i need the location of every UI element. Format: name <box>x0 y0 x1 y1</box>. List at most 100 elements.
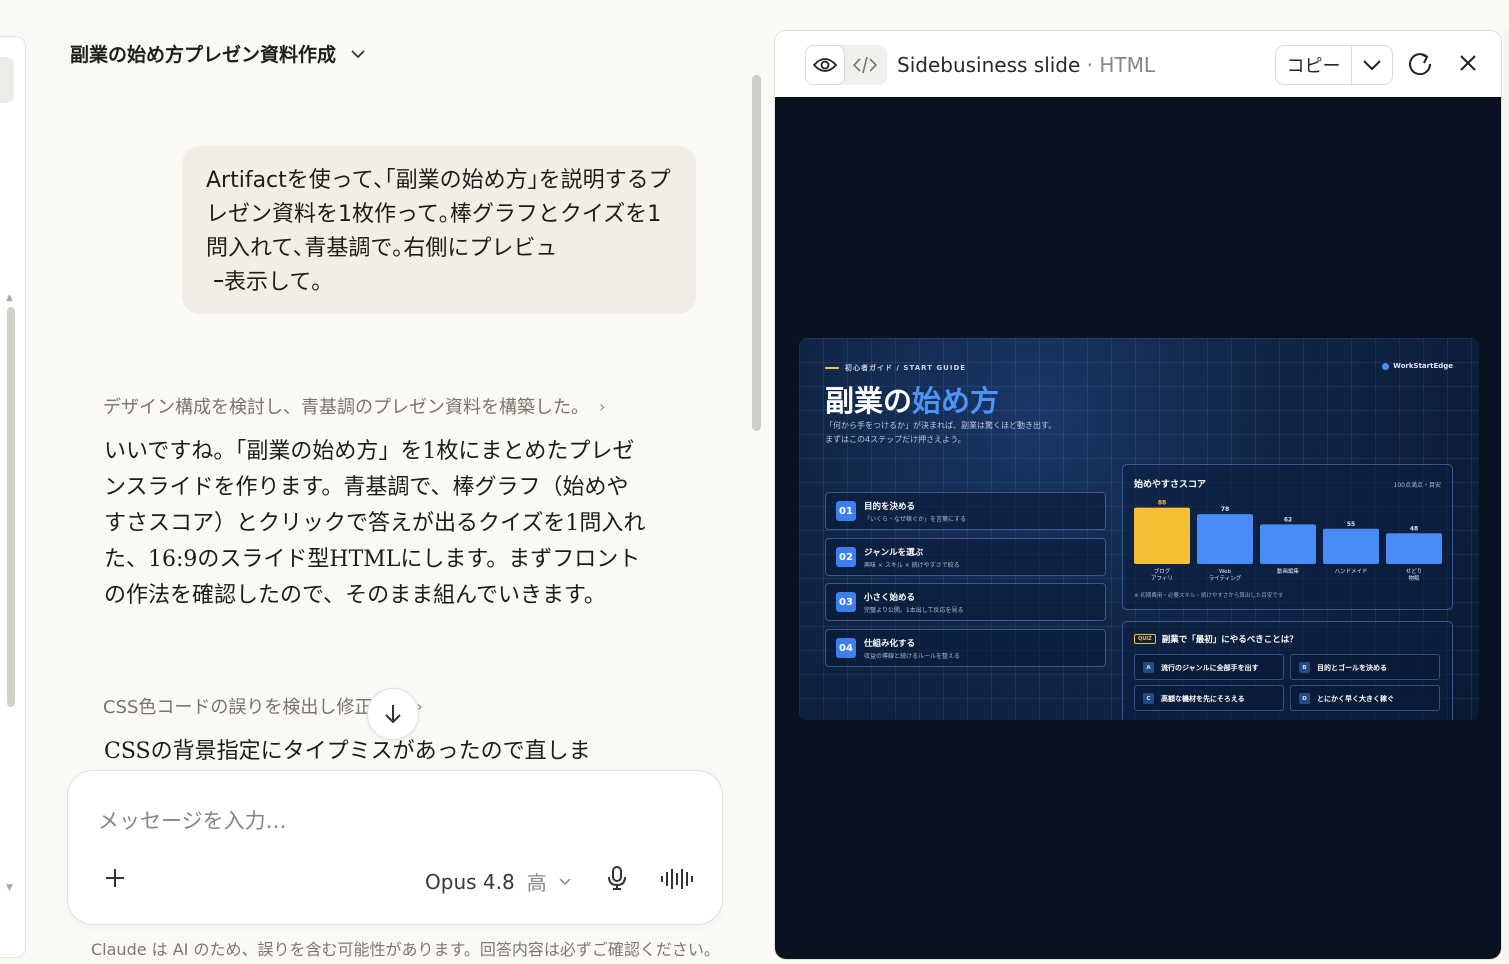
message-composer: メッセージを入力… Opus 4.8 高 <box>67 770 723 925</box>
thinking-text: CSS色コードの誤りを検出し修正 <box>103 697 373 718</box>
brand-dot-icon <box>1382 362 1390 370</box>
quiz-option[interactable]: A 流行のジャンルに全部手を出す <box>1134 654 1284 680</box>
chart-value-label: 62 <box>1284 516 1292 523</box>
model-selector[interactable]: Opus 4.8 高 <box>425 867 571 896</box>
chart-category-label: 物販 <box>1408 574 1420 582</box>
artifact-header: Sidebusiness slide · HTML コピー <box>775 31 1501 97</box>
chart-category-label: ブログ <box>1154 567 1171 575</box>
scroll-down-icon[interactable]: ▼ <box>6 883 13 893</box>
step-card: 04 仕組み化する 収益の導線と続けるルールを整える <box>825 629 1106 667</box>
thinking-text: デザイン構成を検討し、青基調のプレゼン資料を構築した。 <box>103 397 589 418</box>
option-text: 目的とゴールを決める <box>1317 664 1387 672</box>
sidebar-rail: ▲ ▼ <box>0 36 26 958</box>
step-title: 小さく始める <box>864 593 916 603</box>
plus-icon <box>106 869 124 887</box>
step-desc: 収益の導線と続けるルールを整える <box>864 653 960 660</box>
chevron-down-icon <box>1363 60 1381 71</box>
conversation-title[interactable]: 副業の始め方プレゼン資料作成 <box>70 40 366 67</box>
option-text: 流行のジャンルに全部手を出す <box>1161 664 1259 672</box>
chart-category-label: アフィリ <box>1151 575 1173 582</box>
slide-brand: WorkStartEdge <box>1382 362 1453 370</box>
slide-subtitle-line-2: まずはこの4ステップだけ押さえよう。 <box>825 435 966 444</box>
quiz-option[interactable]: D とにかく早く大きく稼ぐ <box>1290 685 1440 711</box>
chart-value-label: 55 <box>1347 521 1355 528</box>
copy-button-group: コピー <box>1275 45 1393 85</box>
slide-title: 副業の始め方 <box>825 378 999 420</box>
chart-bar <box>1197 514 1253 564</box>
slide-subtitle: 「何から手をつけるか」が決まれば、副業は驚くほど動き出す。 まずはこの4ステップ… <box>825 419 1145 447</box>
chevron-down-icon[interactable] <box>350 44 366 63</box>
view-toggle <box>805 45 887 85</box>
close-icon <box>1460 55 1476 71</box>
option-text: とにかく早く大きく稼ぐ <box>1317 695 1394 703</box>
arrow-down-icon <box>385 705 401 724</box>
slide-tag-text: 初心者ガイド / START GUIDE <box>845 364 967 372</box>
option-letter: B <box>1299 662 1310 673</box>
sidebar-scrollbar[interactable] <box>7 307 15 707</box>
step-number: 04 <box>836 638 856 658</box>
step-desc: 完璧より公開。1本出して反応を見る <box>864 607 964 614</box>
quiz-option[interactable]: B 目的とゴールを決める <box>1290 654 1440 680</box>
chart-category-label: せどり <box>1406 567 1423 575</box>
brand-name: WorkStartEdge <box>1393 362 1453 370</box>
option-text: 高額な機材を先にそろえる <box>1161 695 1245 703</box>
add-attachment-button[interactable] <box>104 863 126 896</box>
code-icon <box>853 56 877 74</box>
quiz-question: 副業で「最初」にやるべきことは？ <box>1161 635 1298 645</box>
microphone-icon <box>608 866 626 890</box>
scroll-up-icon[interactable]: ▲ <box>6 293 13 303</box>
chart-value-label: 48 <box>1410 525 1418 532</box>
chart-category-label: ハンドメイド <box>1334 569 1367 575</box>
step-desc: 「いくら・なぜ稼ぐか」を言葉にする <box>864 516 967 523</box>
scroll-to-bottom-button[interactable] <box>367 688 419 740</box>
slide-title-part-2: 始め方 <box>912 384 1000 418</box>
chart-category-label: 動画編集 <box>1277 567 1300 575</box>
quiz-badge: QUIZ <box>1134 634 1156 644</box>
step-card: 03 小さく始める 完璧より公開。1本出して反応を見る <box>825 583 1106 621</box>
quiz-card: QUIZ 副業で「最初」にやるべきことは？ A 流行のジャンルに全部手を出す B… <box>1122 621 1453 720</box>
copy-options-button[interactable] <box>1352 46 1392 84</box>
chevron-down-icon <box>559 874 571 890</box>
sidebar-toggle[interactable] <box>0 57 14 103</box>
chart-bar <box>1386 533 1442 564</box>
presentation-slide: 初心者ガイド / START GUIDE WorkStartEdge 副業の始め… <box>799 338 1479 720</box>
artifact-title: Sidebusiness slide · HTML <box>897 53 1155 77</box>
step-title: ジャンルを選ぶ <box>864 548 924 558</box>
step-desc: 興味 × スキル × 続けやすさで絞る <box>864 562 960 569</box>
chart-bar <box>1134 507 1190 564</box>
chart-bar <box>1260 524 1316 564</box>
slide-tag: 初心者ガイド / START GUIDE <box>825 363 966 373</box>
artifact-panel: Sidebusiness slide · HTML コピー 初心者ガイド / S… <box>774 30 1502 960</box>
assistant-reply-2: CSSの背景指定にタイプミスがあったので直しま <box>104 739 591 764</box>
message-input[interactable]: メッセージを入力… <box>98 805 287 835</box>
copy-button[interactable]: コピー <box>1276 46 1352 84</box>
quiz-header: QUIZ 副業で「最初」にやるべきことは？ <box>1134 633 1298 645</box>
user-message: Artifactを使って､｢副業の始め方｣を説明するプレゼン資料を1枚作って｡棒… <box>182 146 696 314</box>
chart-category-label: Web <box>1219 569 1231 575</box>
bar-chart: 88 ブログアフィリ 78 Webライティング 62 動画編集 55 ハンドメイド 48 せどり物… <box>1134 500 1442 582</box>
step-title: 目的を決める <box>864 502 916 512</box>
chart-value-label: 88 <box>1158 500 1166 507</box>
preview-tab[interactable] <box>805 45 845 85</box>
score-chart-card: 始めやすさスコア 100点満点・目安 88 ブログ アフィリ 78 Web ライティング 6… <box>1122 464 1453 610</box>
microphone-button[interactable] <box>606 865 628 895</box>
chevron-right-icon: › <box>599 396 606 416</box>
thinking-summary-1[interactable]: デザイン構成を検討し、青基調のプレゼン資料を構築した。 › <box>103 393 605 419</box>
disclaimer-text: Claude は AI のため、誤りを含む可能性があります。回答内容は必ずご確認… <box>91 940 720 959</box>
refresh-button[interactable] <box>1407 51 1433 81</box>
slide-subtitle-line-1: 「何から手をつけるか」が決まれば、副業は驚くほど動き出す。 <box>825 421 1057 430</box>
quiz-option[interactable]: C 高額な機材を先にそろえる <box>1134 685 1284 711</box>
artifact-type: HTML <box>1099 53 1156 77</box>
option-letter: C <box>1143 693 1154 704</box>
waveform-icon <box>661 869 693 889</box>
assistant-reply-1: いいですね。「副業の始め方」を1枚にまとめたプレゼンスライドを作ります。青基調で… <box>104 439 646 608</box>
chat-scrollbar[interactable] <box>752 75 761 431</box>
close-button[interactable] <box>1458 53 1478 77</box>
artifact-preview: 初心者ガイド / START GUIDE WorkStartEdge 副業の始め… <box>775 97 1501 959</box>
voice-mode-button[interactable] <box>660 867 694 895</box>
window-edge <box>1503 30 1509 960</box>
refresh-icon <box>1409 53 1432 76</box>
accent-bar <box>825 367 839 369</box>
step-title: 仕組み化する <box>864 639 916 649</box>
code-tab[interactable] <box>845 45 885 85</box>
